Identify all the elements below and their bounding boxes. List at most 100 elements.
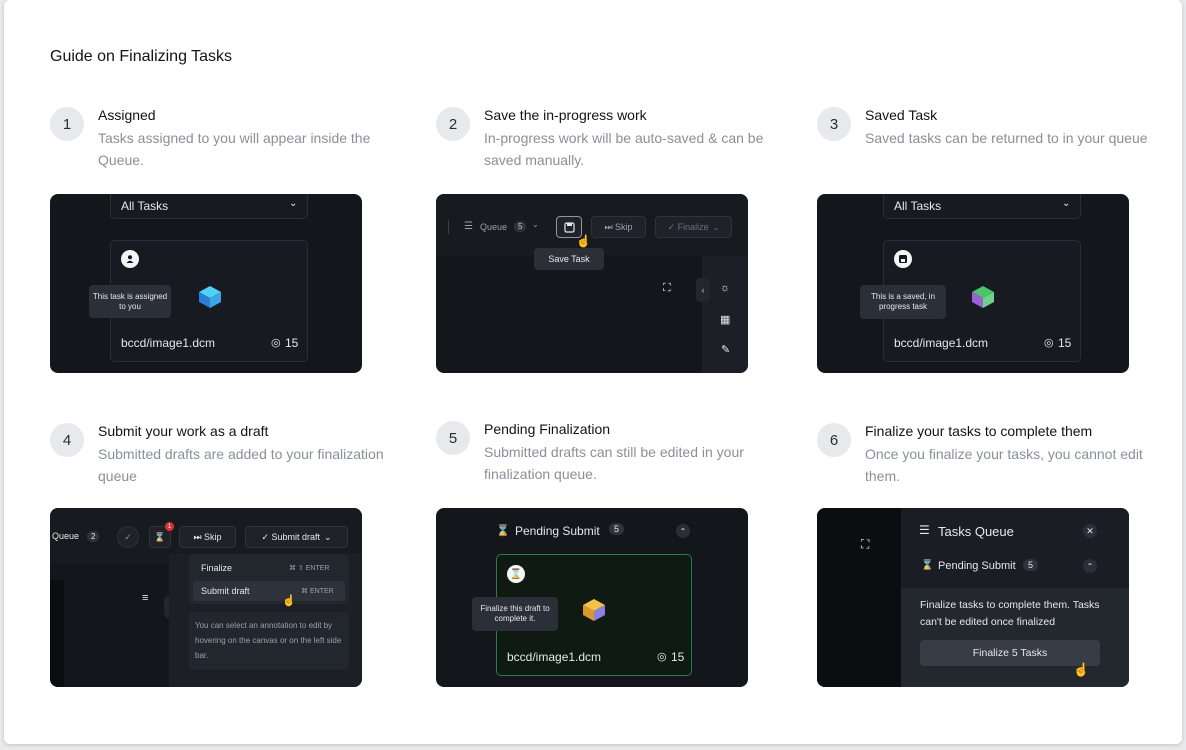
check-icon: ✓ (261, 531, 272, 542)
brightness-icon[interactable]: ☼ (720, 282, 730, 294)
finalize-section: Finalize tasks to complete them. Tasks c… (901, 588, 1129, 687)
cube-icon (581, 597, 607, 628)
step-number: 5 (436, 421, 470, 455)
list-icon: ☰ (919, 523, 930, 537)
all-tasks-dropdown[interactable]: All Tasks ⌄ (110, 194, 308, 219)
chevron-up-icon[interactable]: ⌃ (1083, 559, 1097, 573)
grid-icon[interactable]: ▦ (720, 313, 730, 326)
submit-draft-label: Submit draft (271, 532, 321, 542)
pencil-icon[interactable]: ✎ (721, 343, 730, 356)
canvas-strip (817, 508, 901, 687)
finalize-label: Finalize (677, 222, 709, 232)
dropdown-label: All Tasks (894, 199, 942, 213)
pending-count-badge: 5 (1023, 559, 1039, 571)
submit-menu: Finalize ⌘ ⇧ ENTER Submit draft ⌘ ENTER (189, 554, 349, 604)
eye-icon: ◎ (657, 651, 667, 663)
menu-item-shortcut: ⌘ ⇧ ENTER (289, 565, 330, 572)
view-count: 15 (1058, 336, 1072, 350)
pointer-cursor-icon: ☝ (576, 234, 591, 248)
step-description: In-progress work will be auto-saved & ca… (484, 130, 764, 168)
step-title: Save the in-progress work (484, 107, 647, 123)
menu-item-submit-draft[interactable]: Submit draft ⌘ ENTER (193, 581, 345, 601)
notification-badge: 1 (165, 522, 174, 531)
file-name: bccd/image1.dcm (507, 650, 602, 664)
step-description: Submitted drafts are added to your final… (98, 446, 384, 484)
left-strip (50, 580, 64, 687)
saved-tooltip: This is a saved, in progress task (860, 285, 946, 319)
user-icon (121, 250, 139, 268)
step-number: 1 (50, 107, 84, 141)
save-task-tooltip: Save Task (534, 248, 604, 270)
chevron-up-icon[interactable]: ⌃ (676, 524, 690, 538)
step-description: Saved tasks can be returned to in your q… (865, 130, 1148, 146)
screenshot-save: ☰ Queue 5 ⌄ ⏭ Skip ✓ Finalize ⌄ ☝ Save T… (436, 194, 748, 373)
step-title: Pending Finalization (484, 421, 611, 437)
step-description: Once you finalize your tasks, you cannot… (865, 446, 1143, 484)
skip-label: Skip (204, 532, 222, 542)
fullscreen-icon[interactable]: ⛶ (861, 537, 869, 552)
pending-count-badge: 5 (609, 523, 625, 535)
divider (448, 220, 449, 234)
step-number: 6 (817, 423, 851, 457)
skip-icon: ⏭ (604, 221, 616, 232)
queue-title: Tasks Queue (938, 524, 1014, 539)
chevron-down-icon: ⌄ (1062, 198, 1071, 209)
hourglass-icon: ⌛ (507, 565, 525, 583)
step-number: 4 (50, 423, 84, 457)
skip-label: Skip (615, 222, 633, 232)
pending-label: Pending Submit (938, 560, 1016, 572)
hourglass-icon: ⌛ (496, 525, 510, 537)
list-icon: ☰ (464, 221, 473, 232)
skip-icon: ⏭ (193, 531, 205, 542)
menu-item-shortcut: ⌘ ENTER (301, 588, 334, 595)
hint-box: You can select an annotation to edit by … (189, 612, 349, 670)
collapse-button[interactable]: ‹ (696, 278, 710, 302)
step-number: 2 (436, 107, 470, 141)
pointer-cursor-icon: ☝ (282, 595, 296, 607)
screenshot-submit-draft: Queue 2 ✓ ⌛ 1 ⏭ Skip ✓ Submit draft ⌄ ≡ … (50, 508, 362, 687)
step-title: Finalize your tasks to complete them (865, 423, 1093, 439)
cube-icon (197, 284, 223, 315)
step-number: 3 (817, 107, 851, 141)
skip-button[interactable]: ⏭ Skip (179, 526, 236, 548)
menu-item-label: Finalize (201, 563, 233, 573)
screenshot-saved-task: All Tasks ⌄ bccd/image1.dcm ◎ 15 This is… (817, 194, 1129, 373)
finalize-button[interactable]: ✓ Finalize ⌄ (655, 216, 732, 238)
save-icon (563, 221, 575, 233)
view-count: 15 (671, 650, 685, 664)
close-icon[interactable]: ✕ (1083, 524, 1097, 538)
queue-label[interactable]: Queue (480, 222, 507, 232)
hourglass-icon: ⌛ (921, 560, 934, 571)
dropdown-label: All Tasks (121, 199, 169, 213)
step-description: Tasks assigned to you will appear inside… (98, 130, 371, 168)
finalize-draft-tooltip: Finalize this draft to complete it. (472, 597, 558, 631)
file-name: bccd/image1.dcm (894, 336, 989, 350)
step-title: Assigned (98, 107, 156, 123)
menu-item-label: Submit draft (201, 586, 250, 596)
step-title: Submit your work as a draft (98, 423, 269, 439)
menu-item-finalize[interactable]: Finalize ⌘ ⇧ ENTER (189, 558, 349, 578)
file-name: bccd/image1.dcm (121, 336, 216, 350)
menu-icon[interactable]: ≡ (142, 592, 148, 604)
chevron-down-icon: ⌄ (712, 222, 720, 232)
pointer-cursor-icon: ☝ (1073, 662, 1090, 677)
pending-header: Pending Submit (515, 524, 600, 538)
all-tasks-dropdown[interactable]: All Tasks ⌄ (883, 194, 1081, 219)
finalize-tasks-label: Finalize 5 Tasks (972, 647, 1048, 659)
skip-button[interactable]: ⏭ Skip (591, 216, 646, 238)
screenshot-pending: ⌛ Pending Submit 5 ⌃ ⌛ bccd/image1.dcm ◎… (436, 508, 748, 687)
check-icon: ✓ (667, 221, 678, 232)
fullscreen-icon[interactable]: ⛶ (663, 282, 671, 295)
eye-icon: ◎ (271, 337, 281, 349)
assigned-tooltip: This task is assigned to you (89, 285, 171, 318)
hint-text: You can select an annotation to edit by … (195, 621, 342, 660)
cube-icon (970, 284, 996, 315)
page-title: Guide on Finalizing Tasks (50, 48, 233, 65)
save-icon (894, 250, 912, 268)
submit-draft-button[interactable]: ✓ Submit draft ⌄ (245, 526, 348, 548)
queue-label[interactable]: Queue (52, 531, 79, 541)
screenshot-finalize: ⛶ ☰ Tasks Queue ✕ ⌛ Pending Submit 5 ⌃ F… (817, 508, 1129, 687)
step-description: Submitted drafts can still be edited in … (484, 444, 744, 482)
check-circle-icon[interactable]: ✓ (117, 526, 139, 548)
view-count: 15 (285, 336, 299, 350)
